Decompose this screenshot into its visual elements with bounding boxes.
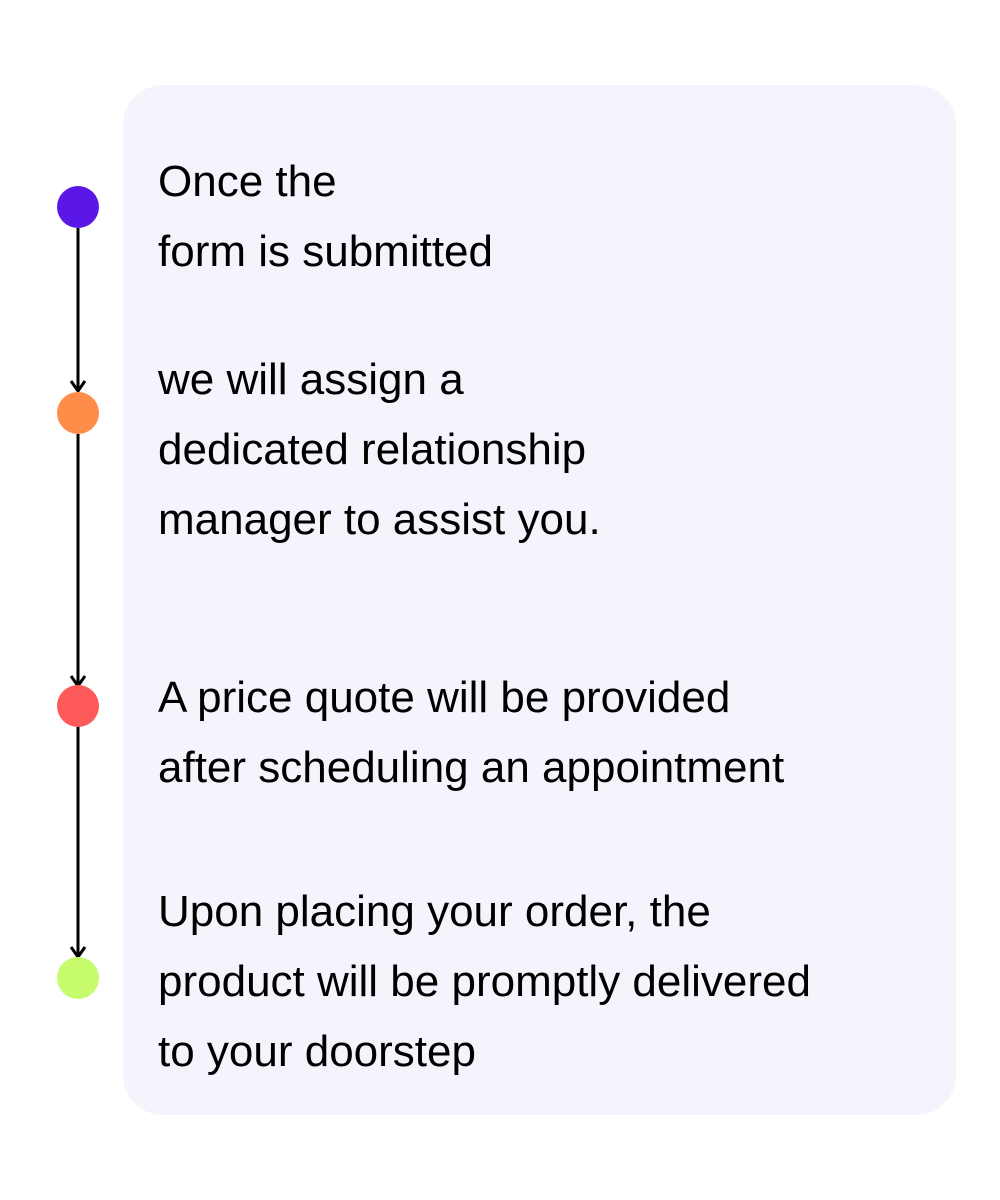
step-4-line: Upon placing your order, the — [158, 887, 711, 936]
step-3-line: after scheduling an appointment — [158, 743, 785, 792]
step-4-text: Upon placing your order, the product wil… — [158, 877, 811, 1087]
connector-1 — [69, 228, 87, 393]
step-1-text: Once the form is submitted — [158, 147, 493, 287]
step-1-line: form is submitted — [158, 227, 493, 276]
step-2-line: manager to assist you. — [158, 495, 601, 544]
connector-3 — [69, 706, 87, 959]
step-3-line: A price quote will be provided — [158, 673, 731, 722]
step-4-line: to your doorstep — [158, 1027, 476, 1076]
timeline — [57, 186, 99, 999]
step-4-line: product will be promptly delivered — [158, 957, 811, 1006]
step-2-line: we will assign a — [158, 355, 464, 404]
step-3-dot — [57, 685, 99, 727]
step-4-dot — [57, 957, 99, 999]
connector-2 — [69, 434, 87, 688]
step-2-dot — [57, 392, 99, 434]
step-1-dot — [57, 186, 99, 228]
step-2-text: we will assign a dedicated relationship … — [158, 345, 601, 555]
step-3-text: A price quote will be provided after sch… — [158, 663, 784, 803]
step-2-line: dedicated relationship — [158, 425, 587, 474]
step-1-line: Once the — [158, 157, 337, 206]
